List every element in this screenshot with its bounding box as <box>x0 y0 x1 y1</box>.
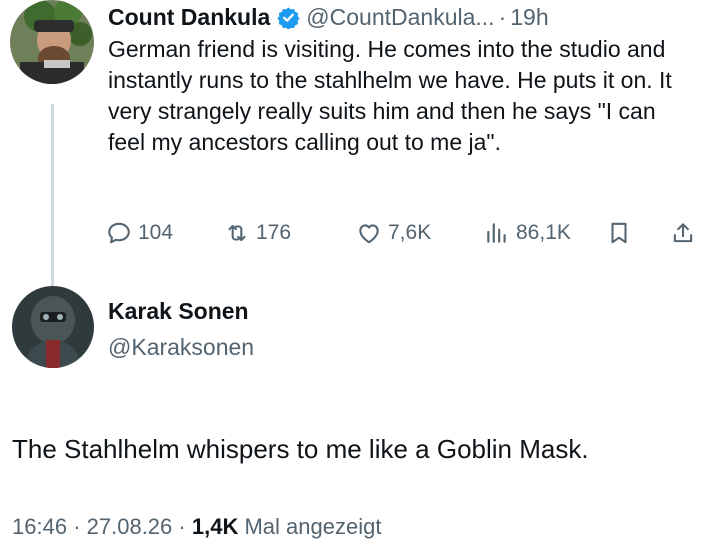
separator-dot: · <box>178 514 186 539</box>
like-button[interactable]: 7,6K <box>356 218 431 248</box>
repost-icon <box>228 224 246 242</box>
reply-count: 104 <box>138 221 174 244</box>
share-icon <box>673 223 693 243</box>
bookmark-button[interactable] <box>606 218 632 248</box>
avatar-karak-sonen[interactable] <box>12 286 94 368</box>
thread-connector-line <box>51 104 54 294</box>
tweet-text: German friend is visiting. He comes into… <box>108 36 672 155</box>
tweet-time[interactable]: 19h <box>510 4 548 31</box>
reply-icon <box>108 222 130 244</box>
like-icon <box>359 224 379 244</box>
separator-dot: · <box>498 3 507 30</box>
views-count[interactable]: 1,4K <box>192 514 238 539</box>
like-count: 7,6K <box>388 221 432 244</box>
views-label: Mal angezeigt <box>244 514 382 539</box>
tweet-header: Count Dankula @CountDankula... · 19h <box>108 2 549 32</box>
tweet-text: The Stahlhelm whispers to me like a Gobl… <box>12 434 589 464</box>
verified-badge-icon[interactable] <box>277 6 300 30</box>
avatar-count-dankula[interactable] <box>10 0 94 84</box>
author-handle[interactable]: @CountDankula... <box>306 4 494 31</box>
separator-dot: · <box>73 514 81 539</box>
tweet-date[interactable]: 27.08.26 <box>87 514 173 539</box>
author-name[interactable]: Karak Sonen <box>108 298 249 325</box>
repost-button[interactable]: 176 <box>224 218 291 248</box>
bookmark-icon <box>611 222 627 244</box>
author-name[interactable]: Count Dankula <box>108 4 270 31</box>
share-button[interactable] <box>670 218 696 248</box>
tweet-time[interactable]: 16:46 <box>12 514 67 539</box>
views-icon <box>487 223 506 243</box>
repost-count: 176 <box>256 221 292 244</box>
reply-button[interactable]: 104 <box>106 218 173 248</box>
views-count: 86,1K <box>516 221 571 244</box>
tweet-metadata: 16:46 · 27.08.26 · 1,4K Mal angezeigt <box>12 514 381 540</box>
tweet-action-bar: 104 176 7,6K 86,1K <box>106 218 706 248</box>
author-handle[interactable]: @Karaksonen <box>108 334 254 361</box>
views-button[interactable]: 86,1K <box>484 218 571 248</box>
